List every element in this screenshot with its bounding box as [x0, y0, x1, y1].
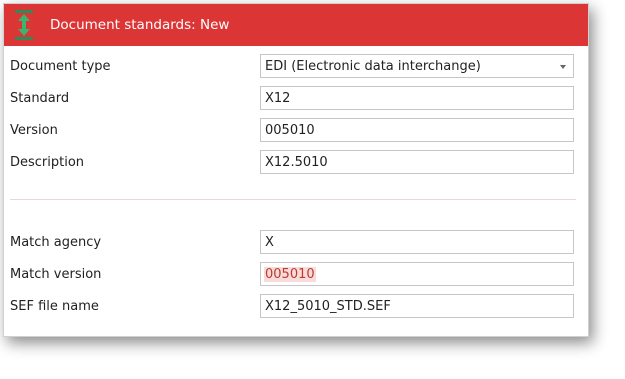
- description-value: X12.5010: [265, 155, 328, 170]
- standard-label: Standard: [10, 91, 70, 106]
- sef-file-name-value: X12_5010_STD.SEF: [265, 299, 391, 314]
- version-label: Version: [10, 123, 58, 138]
- dialog-title: Document standards: New: [50, 17, 230, 33]
- match-version-label: Match version: [10, 267, 102, 282]
- row-sef-file-name: SEF file name X12_5010_STD.SEF: [4, 294, 588, 320]
- description-input[interactable]: X12.5010: [260, 150, 574, 174]
- match-agency-input[interactable]: X: [260, 230, 574, 254]
- match-agency-label: Match agency: [10, 235, 102, 250]
- match-version-input[interactable]: 005010: [260, 262, 574, 286]
- document-standards-dialog: Document standards: New Document type ED…: [3, 3, 589, 337]
- standard-input[interactable]: X12: [260, 86, 574, 110]
- row-standard: Standard X12: [4, 86, 588, 112]
- match-version-value: 005010: [264, 267, 316, 282]
- section-divider: [10, 199, 576, 200]
- document-type-select[interactable]: EDI (Electronic data interchange): [260, 54, 574, 78]
- sef-file-name-input[interactable]: X12_5010_STD.SEF: [260, 294, 574, 318]
- document-type-value: EDI (Electronic data interchange): [265, 59, 481, 74]
- document-type-label: Document type: [10, 59, 111, 74]
- description-label: Description: [10, 155, 85, 170]
- vertical-resize-arrow-icon: [12, 9, 36, 41]
- row-match-version: Match version 005010: [4, 262, 588, 288]
- sef-file-name-label: SEF file name: [10, 299, 99, 314]
- row-version: Version 005010: [4, 118, 588, 144]
- row-description: Description X12.5010: [4, 150, 588, 176]
- row-match-agency: Match agency X: [4, 230, 588, 256]
- chevron-down-icon[interactable]: [560, 65, 566, 69]
- standard-value: X12: [265, 91, 291, 106]
- version-input[interactable]: 005010: [260, 118, 574, 142]
- row-document-type: Document type EDI (Electronic data inter…: [4, 54, 588, 80]
- match-agency-value: X: [265, 235, 274, 250]
- version-value: 005010: [265, 123, 315, 138]
- title-bar: Document standards: New: [4, 4, 588, 46]
